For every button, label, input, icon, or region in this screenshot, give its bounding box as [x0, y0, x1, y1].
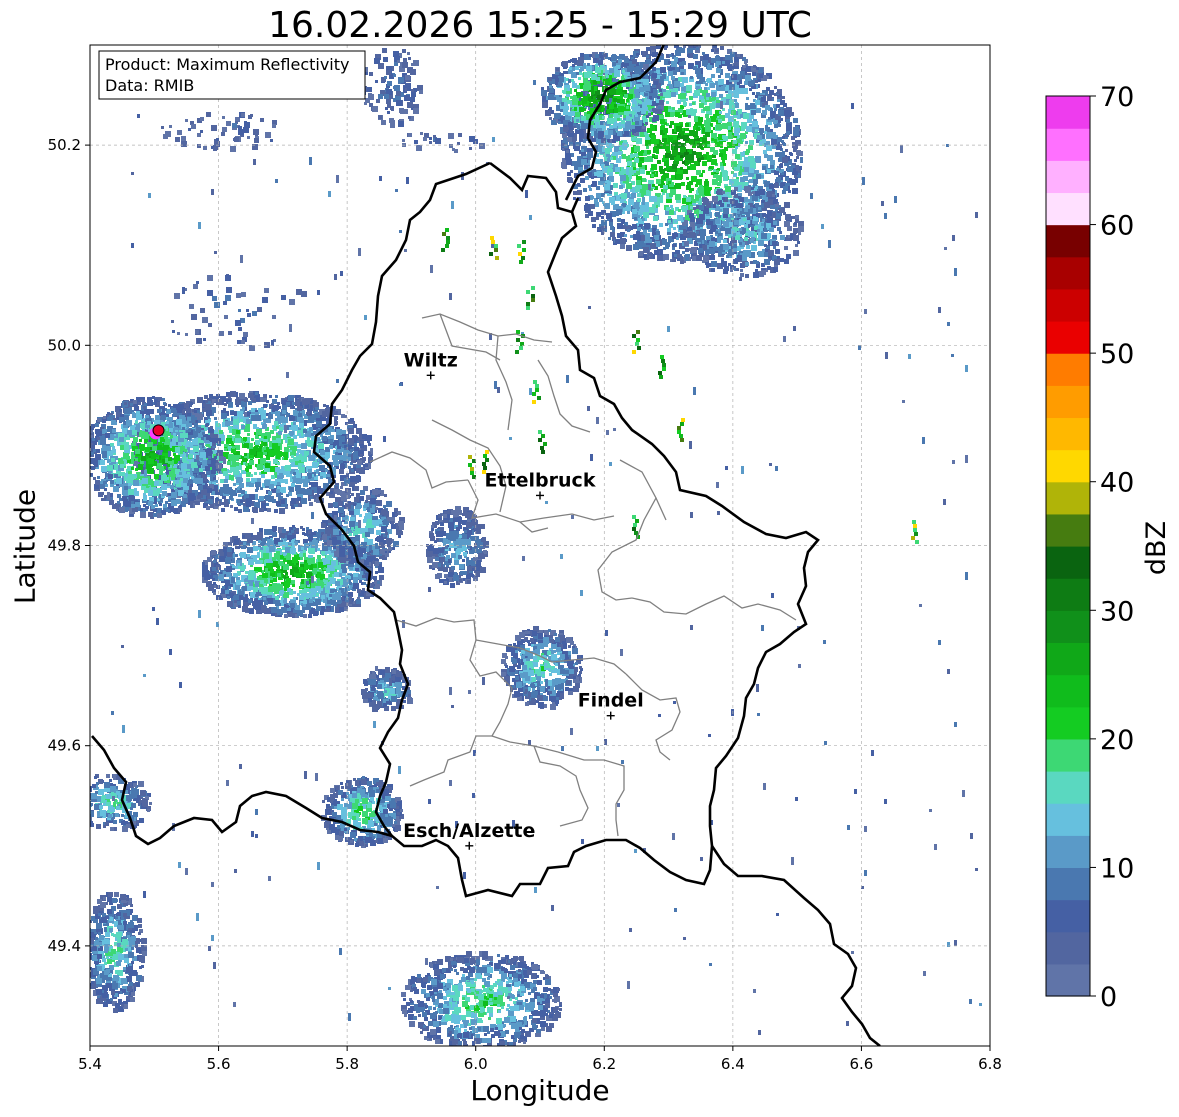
info-source: Data: RMIB [105, 76, 194, 95]
colorbar [1045, 95, 1091, 997]
x-tick-label: 6.8 [978, 1055, 1002, 1073]
x-tick-label: 6.0 [464, 1055, 488, 1073]
colorbar-segment [1046, 578, 1090, 611]
colorbar-segment [1046, 256, 1090, 290]
colorbar-label: dBZ [1141, 521, 1172, 575]
x-tick-label: 5.6 [207, 1055, 231, 1073]
canton-borders [369, 313, 797, 837]
colorbar-segment [1046, 288, 1090, 322]
city-labels: Wiltz Ettelbruck Findel Esch/Alzette [403, 349, 644, 850]
grid-lines [89, 45, 991, 1046]
colorbar-segment [1046, 385, 1090, 419]
city-marker [426, 371, 435, 380]
x-axis-label: Longitude [470, 1074, 610, 1107]
colorbar-segment [1046, 192, 1090, 226]
city-marker [465, 841, 474, 850]
colorbar-segment [1046, 771, 1090, 804]
city-label: Wiltz [404, 349, 458, 371]
x-tick-label: 5.4 [78, 1055, 102, 1073]
colorbar-segment [1046, 867, 1090, 901]
radar-echoes [90, 45, 982, 1046]
colorbar-segment [1046, 835, 1090, 869]
colorbar-segment [1046, 610, 1090, 644]
y-tick-label: 49.8 [48, 537, 81, 555]
colorbar-tick-label: 10 [1100, 853, 1134, 884]
x-tick-label: 6.2 [592, 1055, 616, 1073]
radar-map: Wiltz Ettelbruck Findel Esch/Alzette 5.4 5.6… [48, 44, 1172, 1073]
colorbar-tick-label: 70 [1100, 82, 1134, 113]
colorbar-ticks: 0 10 20 30 40 50 60 70 [1090, 82, 1134, 1013]
colorbar-segment [1046, 353, 1090, 386]
y-axis-ticks: 49.4 49.6 49.8 50.0 50.2 [48, 136, 90, 955]
city-label: Findel [578, 690, 644, 712]
colorbar-segment [1046, 449, 1090, 483]
colorbar-segment [1046, 224, 1090, 258]
x-axis-ticks: 5.4 5.6 5.8 6.0 6.2 6.4 6.6 6.8 [78, 1046, 1002, 1073]
colorbar-tick-label: 20 [1100, 725, 1134, 756]
colorbar-segment [1046, 738, 1090, 772]
city-label: Esch/Alzette [403, 820, 535, 842]
city-label: Ettelbruck [485, 469, 596, 491]
y-tick-label: 50.0 [48, 336, 81, 354]
colorbar-tick-label: 50 [1100, 339, 1134, 370]
radar-map-figure: 16.02.2026 15:25 - 15:29 UTC Wiltz Ettel… [0, 0, 1179, 1117]
colorbar-segment [1046, 481, 1090, 515]
colorbar-segment [1046, 803, 1090, 836]
colorbar-segment [1046, 899, 1090, 933]
x-tick-label: 6.6 [849, 1055, 873, 1073]
y-tick-label: 49.4 [48, 937, 81, 955]
colorbar-tick-label: 40 [1100, 468, 1134, 499]
colorbar-tick-label: 30 [1100, 596, 1134, 627]
colorbar-segment [1046, 513, 1090, 547]
colorbar-segment [1046, 546, 1090, 579]
colorbar-tick-label: 0 [1100, 982, 1117, 1013]
x-tick-label: 6.4 [721, 1055, 745, 1073]
colorbar-segment [1046, 96, 1090, 129]
y-tick-label: 50.2 [48, 136, 81, 154]
info-box: Product: Maximum Reflectivity Data: RMIB [98, 50, 366, 100]
colorbar-segment [1046, 674, 1090, 708]
colorbar-tick-label: 60 [1100, 211, 1134, 242]
marker-dot [152, 424, 165, 437]
colorbar-segment [1046, 321, 1090, 354]
colorbar-segment [1046, 963, 1090, 997]
city-marker [606, 711, 615, 720]
colorbar-segment [1046, 160, 1090, 194]
y-tick-label: 49.6 [48, 737, 81, 755]
colorbar-segment [1046, 642, 1090, 676]
colorbar-segment [1046, 417, 1090, 451]
colorbar-segment [1046, 128, 1090, 161]
city-marker [536, 491, 544, 500]
y-axis-label: Latitude [8, 488, 42, 605]
colorbar-segment [1046, 706, 1090, 740]
colorbar-segment [1046, 931, 1090, 965]
x-tick-label: 5.8 [335, 1055, 359, 1073]
info-product: Product: Maximum Reflectivity [105, 55, 349, 74]
